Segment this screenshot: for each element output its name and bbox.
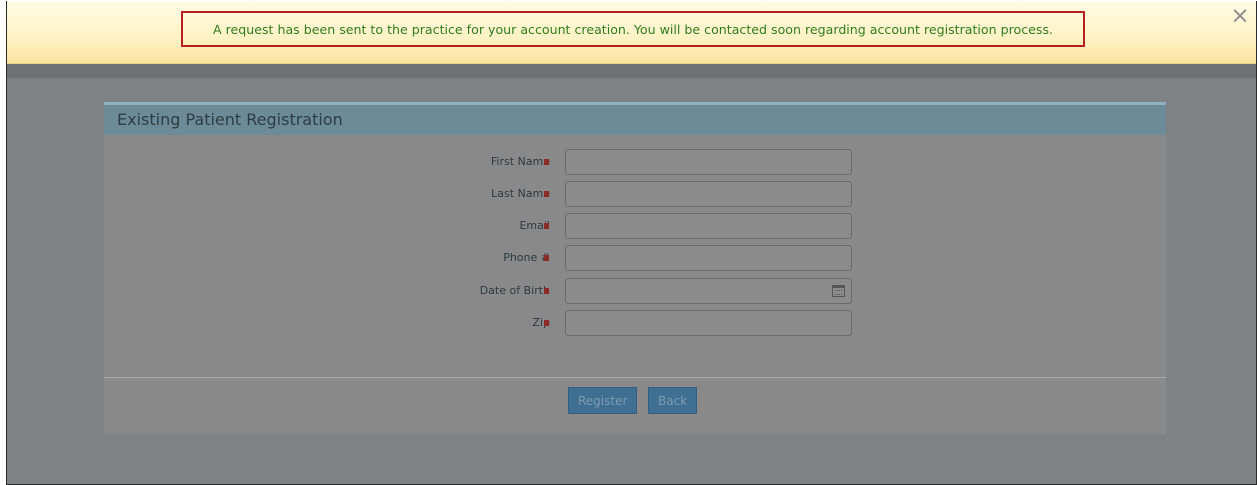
required-marker [544, 159, 549, 165]
required-marker [544, 223, 549, 229]
app-frame: A request has been sent to the practice … [6, 1, 1257, 485]
calendar-icon[interactable] [832, 285, 845, 297]
email-row: Email [104, 213, 1166, 239]
register-button[interactable]: Register [568, 387, 638, 414]
dob-row: Date of Birth [104, 278, 1166, 304]
required-marker [544, 320, 549, 326]
required-marker [544, 191, 549, 197]
card-title: Existing Patient Registration [104, 102, 1166, 135]
first-name-row: First Name [104, 149, 1166, 175]
last-name-row: Last Name [104, 181, 1166, 207]
notification-text: A request has been sent to the practice … [212, 21, 1054, 37]
email-input[interactable] [565, 213, 852, 239]
last-name-label: Last Name [491, 187, 550, 200]
dob-input[interactable] [565, 278, 852, 304]
first-name-input[interactable] [565, 149, 852, 175]
required-marker [544, 255, 549, 261]
overlay-strip [7, 64, 1256, 78]
phone-input[interactable] [565, 245, 852, 271]
zip-row: Zip [104, 310, 1166, 336]
close-icon[interactable]: × [1230, 5, 1250, 28]
zip-input[interactable] [565, 310, 852, 336]
dob-label: Date of Birth [479, 284, 550, 297]
back-button[interactable]: Back [648, 387, 698, 414]
registration-card: Existing Patient Registration First Name… [104, 102, 1166, 434]
notification-banner: A request has been sent to the practice … [7, 1, 1256, 64]
notification-message: A request has been sent to the practice … [181, 11, 1085, 47]
phone-row: Phone # [104, 245, 1166, 271]
last-name-input[interactable] [565, 181, 852, 207]
required-marker [544, 288, 549, 294]
first-name-label: First Name [490, 155, 550, 168]
phone-label: Phone # [503, 251, 550, 264]
form-divider [104, 377, 1166, 378]
